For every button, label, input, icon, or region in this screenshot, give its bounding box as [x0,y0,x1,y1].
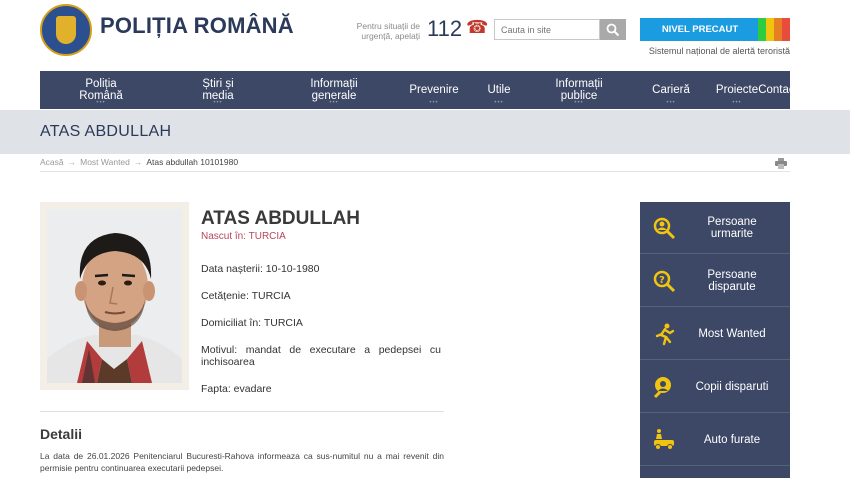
nav-dots-icon: ••• [329,100,339,106]
nav-dots-icon: ••• [666,100,676,106]
citizenship: Cetățenie: TURCIA [201,290,291,302]
police-logo-icon[interactable] [40,4,92,56]
nav-item-label: Carieră [652,84,690,96]
breadcrumb-arrow-icon: → [67,157,77,167]
alert-level-bars [758,18,790,41]
sidebar-item-label: Auto furate [703,434,761,446]
page-title: ATAS ABDULLAH [40,123,172,140]
alert-color-bar [766,18,774,41]
person-missing-icon: ? [652,269,676,293]
sidebar-item-label: Copii disparuti [695,381,769,393]
alert-level-label: NIVEL PRECAUT [661,24,739,35]
details-text: La data de 26.01.2026 Penitenciarul Bucu… [40,451,444,473]
nav-item-label: Contact [758,84,798,96]
nav-item-3[interactable]: Prevenire ••• [394,71,474,109]
nav-item-5[interactable]: Informații publice ••• [524,71,634,109]
nav-item-label: Informații publice [555,78,603,102]
emergency-text: Pentru situații de urgență, apelați [356,21,420,41]
alert-color-bar [782,18,790,41]
child-search-icon [652,375,676,399]
nav-dots-icon: ••• [732,100,742,106]
running-man-icon [652,322,676,346]
nav-item-0[interactable]: Poliția Română ••• [40,71,162,109]
suspect-photo [47,209,182,383]
birth-country: Nascut în: TURCIA [201,231,286,242]
sidebar-item-label: Persoane disparute [707,269,757,293]
nav-item-6[interactable]: Carieră ••• [634,71,708,109]
svg-text:?: ? [659,275,665,286]
alert-caption: Sistemul național de alertă teroristă [648,46,790,56]
main-nav: Poliția Română ••• Știri și media ••• Inform… [40,71,798,109]
terror-alert-badge[interactable]: NIVEL PRECAUT [640,18,790,41]
nav-dots-icon: ••• [574,100,584,106]
page: POLIȚIA ROMÂNĂ Pentru situații de urgenț… [0,0,850,478]
breadcrumb-arrow-icon: → [133,157,143,167]
nav-item-label: Proiecte [715,84,759,96]
person-search-icon [652,216,676,240]
breadcrumb: Acasă → Most Wanted → Atas abdullah 10101980 [40,157,238,167]
nav-item-8[interactable]: Contact [758,71,798,109]
nav-dots-icon: ••• [96,100,106,106]
motive: Motivul: mandat de executare a pedepsei … [201,344,441,368]
phone-icon: ☎ [466,17,489,37]
breadcrumb-current: Atas abdullah 10101980 [146,157,239,167]
nav-item-2[interactable]: Informații generale ••• [274,71,394,109]
nav-dots-icon: ••• [429,100,439,106]
sidebar-item-label: Most Wanted [698,328,766,340]
alert-color-bar [774,18,782,41]
breadcrumb-most-wanted[interactable]: Most Wanted [80,157,130,167]
nav-dots-icon: ••• [494,100,504,106]
search-input[interactable] [494,19,600,40]
divider [40,171,790,172]
alert-color-bar [758,18,766,41]
nav-item-1[interactable]: Știri și media ••• [162,71,274,109]
sidebar-item-2[interactable]: Most Wanted [640,308,790,360]
sidebar-menu: Persoane urmarite? Persoane disparute Most… [640,202,790,478]
nav-item-label: Prevenire [409,84,459,96]
details-heading: Detalii [40,426,83,442]
sidebar-item-0[interactable]: Persoane urmarite [640,202,790,254]
sidebar-item-3[interactable]: Copii disparuti [640,361,790,413]
deed: Fapta: evadare [201,383,272,395]
search-icon [606,23,620,37]
divider [40,411,444,412]
nav-item-label: Știri și media [202,78,234,102]
sidebar-item-1[interactable]: ? Persoane disparute [640,255,790,307]
nav-dots-icon: ••• [213,100,223,106]
brand-title[interactable]: POLIȚIA ROMÂNĂ [100,13,294,39]
nav-item-4[interactable]: Utile ••• [474,71,524,109]
emergency-number: 112 [427,16,463,41]
search-button[interactable] [600,19,626,40]
suspect-name: ATAS ABDULLAH [201,208,361,229]
nav-item-label: Poliția Română [79,78,123,102]
nav-item-label: Utile [487,84,511,96]
birth-date: Data nașterii: 10-10-1980 [201,263,320,275]
sidebar-item-label: Persoane urmarite [707,216,757,240]
nav-item-label: Informații generale [310,78,358,102]
residence: Domiciliat în: TURCIA [201,317,303,329]
photo-frame [40,202,189,390]
breadcrumb-home[interactable]: Acasă [40,157,64,167]
sidebar-item-4[interactable]: Auto furate [640,414,790,466]
stolen-car-icon [652,428,676,452]
